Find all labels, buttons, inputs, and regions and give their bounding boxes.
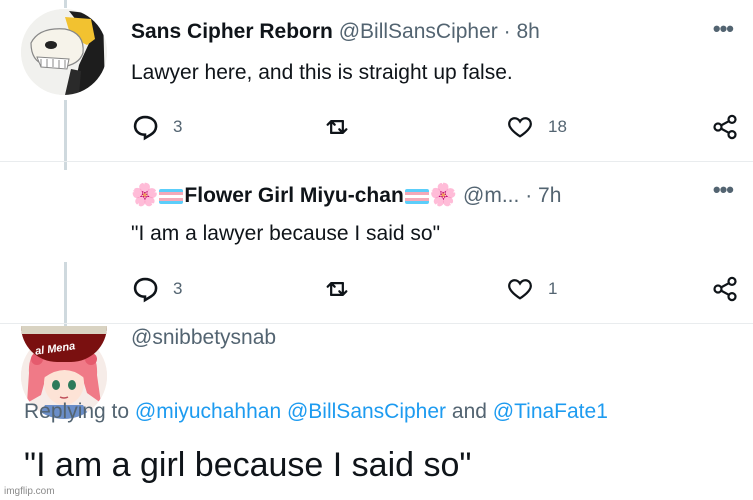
share-button[interactable] [711,112,739,142]
reply-button[interactable]: 3 [131,274,182,304]
flower-emoji: 🌸 [429,182,458,207]
like-count: 1 [548,279,558,298]
divider [0,161,753,162]
like-count: 18 [548,117,567,136]
reply-count: 3 [173,279,183,298]
heart-icon [508,279,532,300]
reply-button[interactable]: 3 [131,112,182,142]
separator-dot: · [525,184,533,207]
timestamp[interactable]: 7h [538,184,561,207]
trans-flag-icon [404,189,429,204]
replying-to-label: Replying to [24,400,130,423]
tweet-text: "I am a lawyer because I said so" [131,222,441,245]
divider [0,323,753,324]
reply-icon [133,115,158,141]
heart-icon [508,117,532,138]
retweet-button[interactable] [323,112,365,142]
reply-count: 3 [173,117,183,136]
handle[interactable]: @snibbetysnab [131,326,276,350]
mention-link[interactable]: @miyuchahhan [135,400,281,423]
avatar[interactable] [21,9,107,95]
display-name[interactable]: 🌸 Flower Girl Miyu-chan 🌸 [131,182,463,207]
flower-emoji: 🌸 [131,182,159,207]
mention-link[interactable]: @BillSansCipher [287,400,446,423]
replying-to-line: Replying to @miyuchahhan @BillSansCipher… [24,400,608,424]
retweet-icon [326,120,348,134]
tweet-actions: 3 1 [131,274,741,304]
tweet-text: Lawyer here, and this is straight up fal… [131,61,513,84]
share-icon [713,114,737,140]
like-button[interactable]: 18 [506,112,567,142]
more-options-icon[interactable]: ••• [713,177,734,203]
reply-section: Replying to @miyuchahhan @BillSansCipher… [0,380,753,500]
avatar-banner [21,326,107,334]
reply-text: "I am a girl because I said so" [24,446,472,484]
like-button[interactable]: 1 [506,274,557,304]
tweet[interactable]: Sans Cipher Reborn @BillSansCipher · 8h … [0,0,753,160]
display-name-text: Flower Girl Miyu-chan [184,184,404,207]
display-name[interactable]: Sans Cipher Reborn [131,20,333,43]
share-icon [713,276,737,302]
handle[interactable]: @m... [463,184,519,207]
tweet-actions: 3 18 [131,112,741,142]
reply-icon [133,277,158,303]
handle[interactable]: @BillSansCipher [339,20,498,43]
retweet-icon [326,282,348,296]
tweet[interactable]: 🌸 Flower Girl Miyu-chan 🌸 @m... · 7h ••• "… [0,163,753,419]
tweet-header: Sans Cipher Reborn @BillSansCipher · 8h [131,20,540,44]
avatar-text: al Mena [34,340,76,358]
tweet-header: 🌸 Flower Girl Miyu-chan 🌸 @m... · 7h [131,182,561,208]
watermark: imgflip.com [4,486,55,497]
trans-flag-icon [159,189,184,204]
conjunction-text: and [451,400,487,423]
skull-hooded-avatar-image [21,9,107,95]
more-options-icon[interactable]: ••• [713,16,734,42]
timestamp[interactable]: 8h [516,20,539,43]
mention-link[interactable]: @TinaFate1 [493,400,608,423]
retweet-button[interactable] [323,274,365,304]
separator-dot: · [503,20,511,43]
share-button[interactable] [711,274,739,304]
